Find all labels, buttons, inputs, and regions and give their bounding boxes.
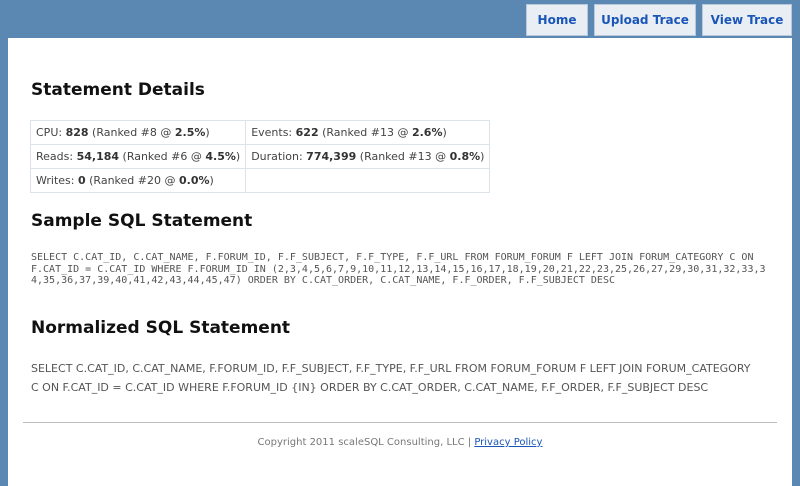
duration-pct: 0.8% — [449, 150, 481, 163]
writes-cell: Writes: 0 (Ranked #20 @ 0.0%) — [29, 168, 247, 193]
reads-close: ) — [235, 150, 241, 163]
writes-value: 0 — [77, 174, 86, 187]
duration-value: 774,399 — [306, 150, 357, 163]
events-label: Events: — [251, 126, 293, 139]
table-row: CPU: 828 (Ranked #8 @ 2.5%) Events: 622 … — [29, 120, 491, 145]
reads-cell: Reads: 54,184 (Ranked #6 @ 4.5%) — [29, 144, 247, 169]
events-cell: Events: 622 (Ranked #13 @ 2.6%) — [245, 120, 491, 145]
writes-rank: (Ranked #20 @ — [89, 174, 176, 187]
reads-pct: 4.5% — [205, 150, 236, 163]
events-close: ) — [442, 126, 447, 139]
writes-label: Writes: — [36, 174, 75, 187]
statement-details-heading: Statement Details — [31, 80, 205, 100]
events-rank: (Ranked #13 @ — [322, 126, 409, 139]
footer-divider — [23, 422, 777, 423]
cpu-pct: 2.5% — [174, 126, 206, 139]
duration-label: Duration: — [251, 150, 303, 163]
duration-cell: Duration: 774,399 (Ranked #13 @ 0.8%) — [245, 144, 491, 169]
sample-sql-heading: Sample SQL Statement — [31, 211, 253, 231]
sample-sql-text: SELECT C.CAT_ID, C.CAT_NAME, F.FORUM_ID,… — [31, 252, 766, 286]
home-button[interactable]: Home — [526, 4, 588, 36]
table-row: Writes: 0 (Ranked #20 @ 0.0%) — [29, 168, 491, 193]
events-pct: 2.6% — [411, 126, 443, 139]
cpu-cell: CPU: 828 (Ranked #8 @ 2.5%) — [29, 120, 247, 145]
writes-close: ) — [209, 174, 214, 187]
writes-pct: 0.0% — [178, 174, 210, 187]
privacy-policy-link[interactable]: Privacy Policy — [474, 437, 542, 448]
cpu-close: ) — [205, 126, 210, 139]
normalized-sql-text: SELECT C.CAT_ID, C.CAT_NAME, F.FORUM_ID,… — [31, 362, 751, 394]
top-nav: Home Upload Trace View Trace — [526, 4, 792, 36]
footer: Copyright 2011 scaleSQL Consulting, LLC … — [8, 437, 792, 448]
statement-details-table: CPU: 828 (Ranked #8 @ 2.5%) Events: 622 … — [29, 120, 491, 193]
duration-rank: (Ranked #13 @ — [359, 150, 447, 163]
cpu-value: 828 — [65, 126, 89, 139]
table-row: Reads: 54,184 (Ranked #6 @ 4.5%) Duratio… — [29, 144, 491, 169]
reads-rank: (Ranked #6 @ — [122, 150, 202, 163]
view-trace-button[interactable]: View Trace — [702, 4, 792, 36]
reads-value: 54,184 — [76, 150, 120, 163]
copyright-text: Copyright 2011 scaleSQL Consulting, LLC … — [257, 437, 472, 448]
duration-close: ) — [480, 150, 485, 163]
empty-cell — [245, 168, 491, 193]
main-content: Statement Details CPU: 828 (Ranked #8 @ … — [8, 38, 792, 486]
cpu-rank: (Ranked #8 @ — [92, 126, 172, 139]
reads-label: Reads: — [36, 150, 74, 163]
events-value: 622 — [295, 126, 319, 139]
upload-trace-button[interactable]: Upload Trace — [594, 4, 696, 36]
normalized-sql-heading: Normalized SQL Statement — [31, 318, 291, 338]
cpu-label: CPU: — [36, 126, 63, 139]
